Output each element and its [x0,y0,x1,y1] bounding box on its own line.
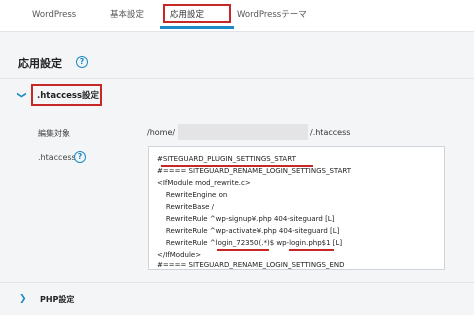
active-tab-indicator [160,26,234,29]
help-icon[interactable]: ? [76,56,88,68]
tab-basic-settings[interactable]: 基本設定 [110,0,144,32]
code-line: RewriteEngine on [157,191,228,199]
code-line: </IfModule> [157,251,202,259]
divider [0,78,474,79]
code-line: #SITEGUARD_PLUGIN_SETTINGS_START [157,155,296,163]
code-line: RewriteRule ^login_72350(.*)$ wp-login.p… [157,239,343,247]
code-line: <IfModule mod_rewrite.c> [157,179,251,187]
tab-bar: WordPress 基本設定 応用設定 WordPressテーマ [0,0,474,32]
chevron-down-icon[interactable]: ❯ [16,91,26,99]
page-title: 応用設定 [18,57,62,70]
path-suffix: /.htaccess [310,128,351,137]
divider [0,282,474,283]
help-icon[interactable]: ? [74,151,86,163]
code-line: RewriteRule ^wp-signup¥.php 404-siteguar… [157,215,335,223]
code-line: RewriteBase / [157,203,214,211]
htaccess-label: .htaccess [38,153,76,162]
tab-wordpress[interactable]: WordPress [32,0,76,32]
chevron-right-icon[interactable]: ❯ [19,294,27,304]
section-title-php[interactable]: PHP設定 [40,294,74,305]
htaccess-editor[interactable]: #SITEGUARD_PLUGIN_SETTINGS_START #==== S… [148,146,445,270]
tab-wordpress-theme[interactable]: WordPressテーマ [237,0,307,32]
section-title-htaccess[interactable]: .htaccess設定 [37,89,99,101]
code-line: RewriteRule ^wp-activate¥.php 404-sitegu… [157,227,340,235]
highlight-underline [289,249,334,251]
path-prefix: /home/ [147,128,176,137]
edit-target-label: 編集対象 [38,129,70,138]
code-line: #==== SITEGUARD_RENAME_LOGIN_SETTINGS_EN… [157,261,345,269]
redacted-path [178,124,308,140]
highlight-underline [217,249,269,251]
code-line: #==== SITEGUARD_RENAME_LOGIN_SETTINGS_ST… [157,167,352,175]
